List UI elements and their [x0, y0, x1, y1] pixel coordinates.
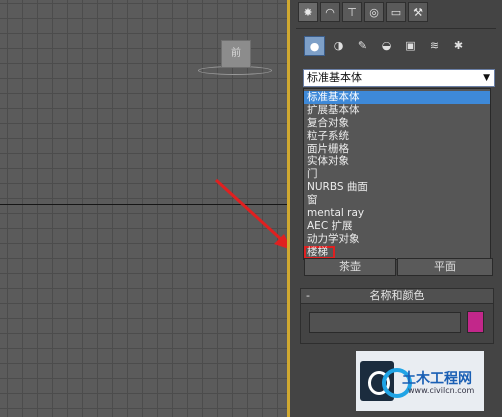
cameras-icon[interactable]: ◒ [376, 36, 397, 56]
teapot-button[interactable]: 茶壶 [304, 258, 396, 276]
watermark-url: www.civilcn.com [408, 386, 475, 395]
utilities-tab-icon[interactable]: ⚒ [408, 2, 428, 22]
collapse-icon[interactable]: - [306, 289, 310, 303]
geometry-icon[interactable]: ● [304, 36, 325, 56]
create-tab-icon[interactable]: ✸ [298, 2, 318, 22]
object-color-swatch[interactable] [467, 311, 484, 333]
lights-icon[interactable]: ✎ [352, 36, 373, 56]
space-warps-icon[interactable]: ≋ [424, 36, 445, 56]
viewcube[interactable]: 前 [221, 40, 251, 68]
dropdown-option[interactable]: 扩展基本体 [304, 104, 490, 117]
create-category-icons: ● ◑ ✎ ◒ ▣ ≋ ✱ [304, 36, 469, 56]
dropdown-option[interactable]: 复合对象 [304, 117, 490, 130]
perspective-viewport[interactable]: 前 [0, 0, 289, 417]
panel-divider [296, 28, 496, 29]
name-and-color-rollout-header[interactable]: - 名称和颜色 [300, 288, 494, 304]
systems-icon[interactable]: ✱ [448, 36, 469, 56]
red-arrow-annotation [214, 178, 289, 249]
display-tab-icon[interactable]: ▭ [386, 2, 406, 22]
dropdown-option[interactable]: 面片栅格 [304, 143, 490, 156]
dropdown-option-stairs[interactable]: 楼梯 [304, 246, 335, 259]
dropdown-options-list: 标准基本体 扩展基本体 复合对象 粒子系统 面片栅格 实体对象 门 NURBS … [303, 88, 491, 260]
rollout-title: 名称和颜色 [369, 289, 425, 302]
plane-button[interactable]: 平面 [397, 258, 493, 276]
hierarchy-tab-icon[interactable]: ⊤ [342, 2, 362, 22]
shapes-icon[interactable]: ◑ [328, 36, 349, 56]
chevron-down-icon[interactable]: ▼ [483, 70, 490, 86]
watermark-title: 土木工程网 [402, 371, 472, 387]
dropdown-option[interactable]: 窗 [304, 194, 490, 207]
dropdown-option[interactable]: mental ray [304, 207, 490, 220]
modify-tab-icon[interactable]: ◠ [320, 2, 340, 22]
dropdown-option[interactable]: 粒子系统 [304, 130, 490, 143]
object-name-field[interactable] [309, 312, 461, 333]
dropdown-selected-value: 标准基本体 [307, 71, 362, 84]
dropdown-option[interactable]: 动力学对象 [304, 233, 490, 246]
command-panel-tabs: ✸ ◠ ⊤ ◎ ▭ ⚒ [298, 2, 428, 22]
helpers-icon[interactable]: ▣ [400, 36, 421, 56]
watermark-logo: 土木工程网 www.civilcn.com [356, 351, 484, 411]
motion-tab-icon[interactable]: ◎ [364, 2, 384, 22]
dropdown-option[interactable]: AEC 扩展 [304, 220, 490, 233]
dropdown-option[interactable]: 标准基本体 [304, 91, 490, 104]
object-type-dropdown[interactable]: 标准基本体 ▼ [303, 69, 495, 87]
command-panel: ✸ ◠ ⊤ ◎ ▭ ⚒ ● ◑ ✎ ◒ ▣ ≋ ✱ 标准基本体 ▼ 标准基本体 … [290, 0, 502, 417]
dropdown-option[interactable]: 门 [304, 168, 490, 181]
dropdown-option[interactable]: 实体对象 [304, 155, 490, 168]
dropdown-option[interactable]: NURBS 曲面 [304, 181, 490, 194]
